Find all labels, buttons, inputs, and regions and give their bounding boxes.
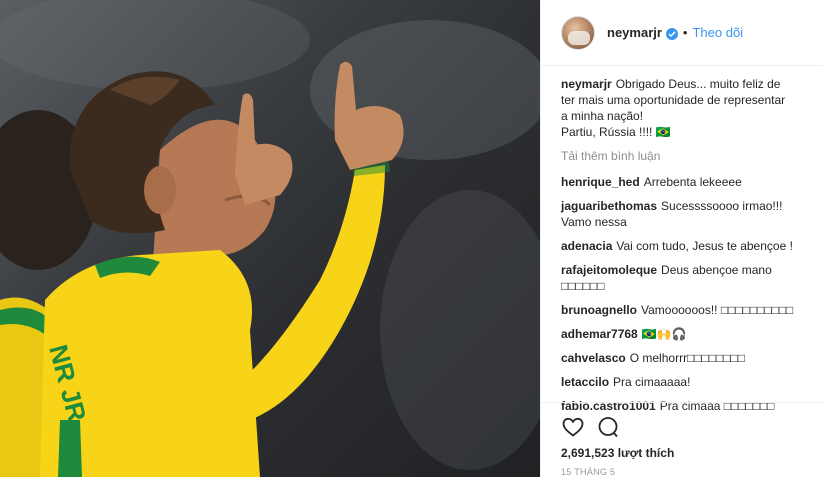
comment-text: 🇧🇷🙌🎧 [641, 327, 687, 341]
comment-item: henrique_hed Arrebenta lekeeee [561, 174, 811, 190]
comment-item: cahvelasco O melhorrr□□□□□□□□ [561, 350, 811, 366]
comment-item: adenacia Vai com tudo, Jesus te abençoe ! [561, 238, 811, 254]
caption-username[interactable]: neymarjr [561, 77, 612, 91]
comment-username[interactable]: adenacia [561, 239, 612, 253]
caption-line: Partiu, Rússia !!!! 🇧🇷 [561, 125, 671, 139]
post-actions: 2,691,523 lượt thích 15 THÁNG 5 [541, 402, 823, 477]
comment-username[interactable]: henrique_hed [561, 175, 640, 189]
follow-button[interactable]: Theo dõi [692, 25, 743, 40]
comments-list[interactable]: neymarjr Obrigado Deus... muito feliz de … [561, 76, 811, 422]
comment-text: Vamoooooos!! □□□□□□□□□□ [641, 303, 794, 317]
separator-dot: • [682, 25, 688, 40]
post-date: 15 THÁNG 5 [561, 467, 616, 477]
comment-username[interactable]: jaguaribethomas [561, 199, 657, 213]
comment-username[interactable]: letaccilo [561, 375, 609, 389]
comment-item: jaguaribethomas Sucessssoooo irmao!!! Vam… [561, 198, 811, 230]
comment-text: Vai com tudo, Jesus te abençoe ! [616, 239, 793, 253]
post-caption: neymarjr Obrigado Deus... muito feliz de … [561, 76, 811, 140]
post-side-panel: neymarjr • Theo dõi neymarjr Obrigado Deu… [540, 0, 823, 477]
comment-item: brunoagnello Vamoooooos!! □□□□□□□□□□ [561, 302, 811, 318]
caption-line: a minha nação! [561, 109, 644, 123]
post-photo[interactable]: NR JR [0, 0, 540, 477]
heart-icon[interactable] [561, 415, 585, 439]
comment-item: rafajeitomoleque Deus abençoe mano □□□□□□ [561, 262, 811, 294]
comment-text: Pra cimaaaaa! [613, 375, 691, 389]
comment-username[interactable]: rafajeitomoleque [561, 263, 657, 277]
comment-username[interactable]: brunoagnello [561, 303, 637, 317]
like-count[interactable]: 2,691,523 lượt thích [561, 446, 674, 460]
comment-username[interactable]: adhemar7768 [561, 327, 638, 341]
caption-line: Obrigado Deus... muito feliz de [615, 77, 781, 91]
comment-text: O melhorrr□□□□□□□□ [629, 351, 746, 365]
comment-item: letaccilo Pra cimaaaaa! [561, 374, 811, 390]
avatar[interactable] [561, 15, 595, 50]
comment-username[interactable]: cahvelasco [561, 351, 626, 365]
post-header: neymarjr • Theo dõi [541, 0, 823, 66]
comment-item: adhemar7768 🇧🇷🙌🎧 [561, 326, 811, 342]
comment-bubble-icon[interactable] [596, 415, 620, 439]
username[interactable]: neymarjr [607, 25, 662, 40]
caption-line: ter mais uma oportunidade de representar [561, 93, 786, 107]
verified-badge-icon [665, 27, 678, 40]
post-photo-illustration: NR JR [0, 0, 540, 477]
comment-text: Arrebenta lekeeee [643, 175, 742, 189]
load-more-comments-button[interactable]: Tải thêm bình luận [561, 148, 811, 164]
